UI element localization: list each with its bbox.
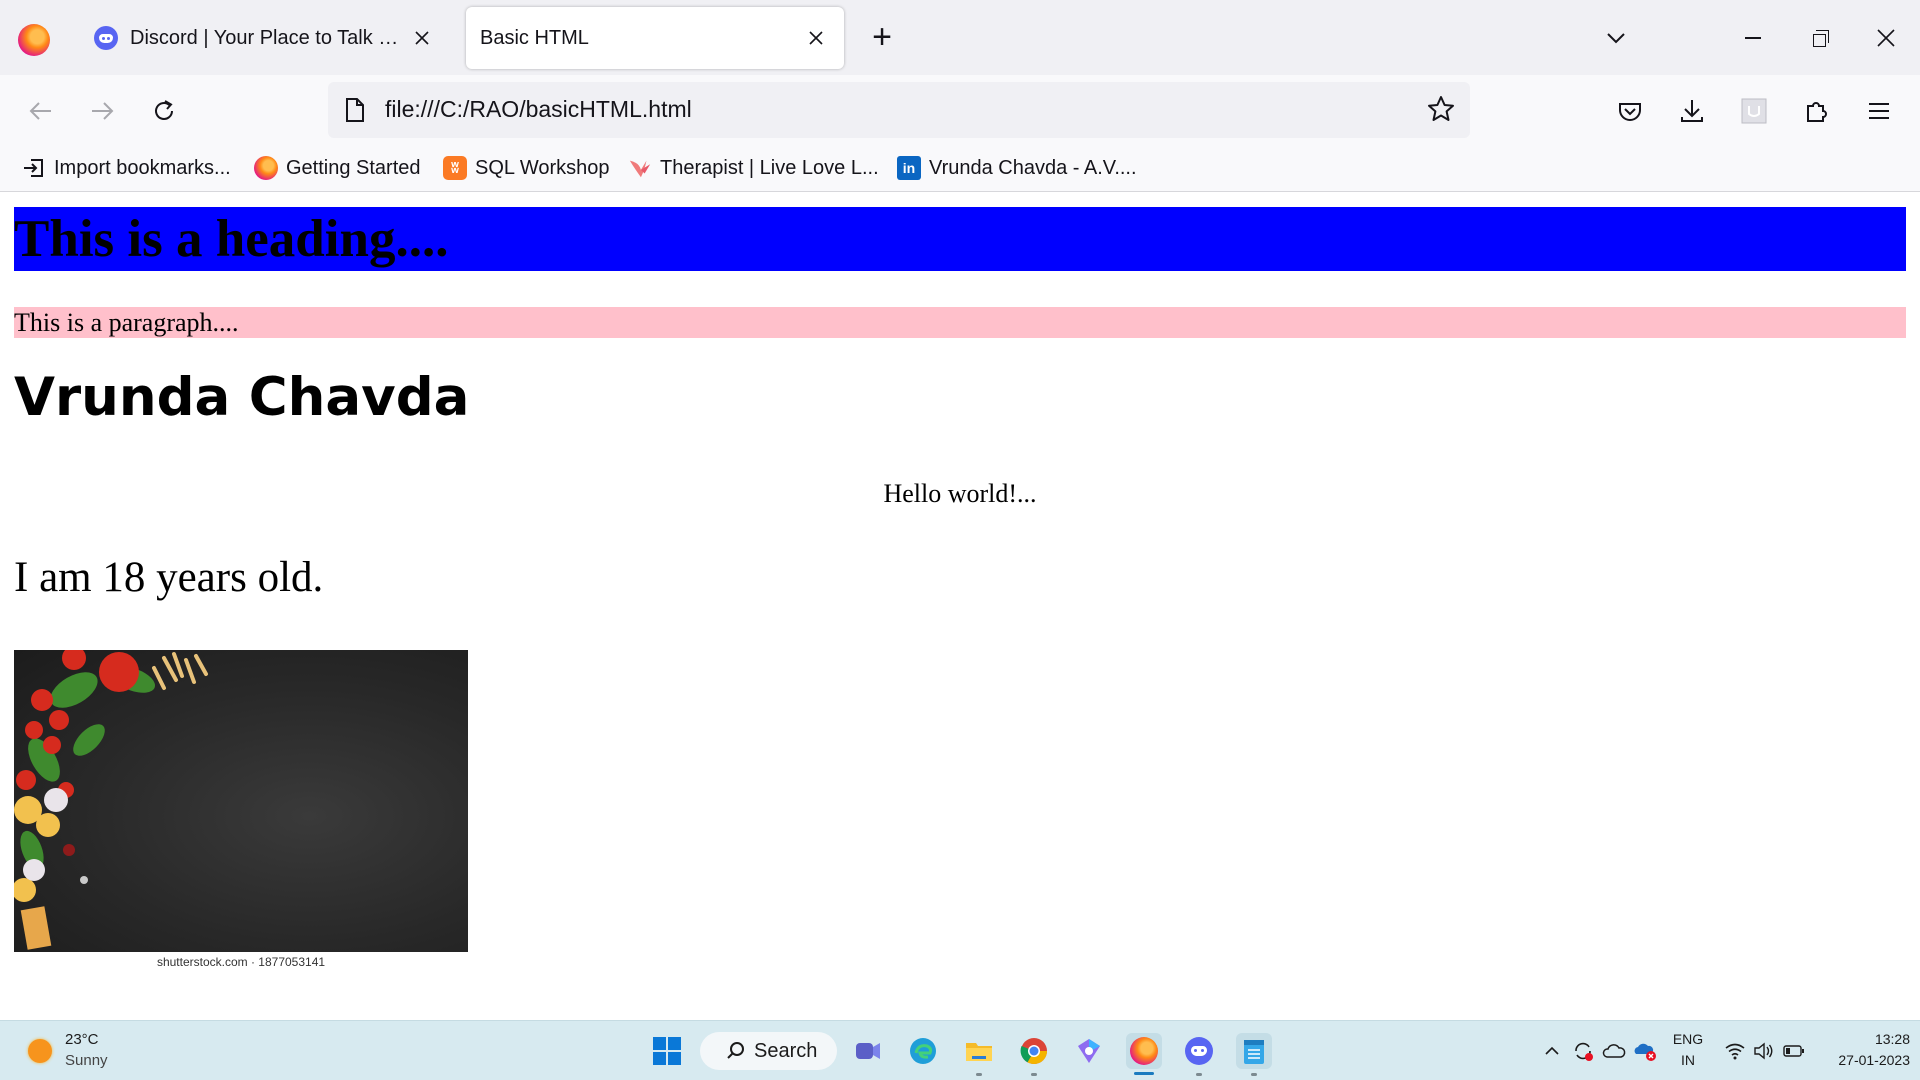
tab-title: Basic HTML (480, 26, 589, 49)
onedrive-icon[interactable] (1601, 1033, 1627, 1069)
page-icon (344, 97, 366, 128)
discord-icon (94, 26, 118, 50)
restore-button[interactable] (1799, 18, 1839, 58)
bookmark-label: SQL Workshop (475, 156, 610, 179)
minimize-button[interactable] (1733, 18, 1773, 58)
bookmark-label: Getting Started (286, 156, 421, 179)
bookmark-import[interactable]: Import bookmarks... (22, 153, 231, 183)
downloads-icon[interactable] (1672, 91, 1712, 131)
bookmark-label: Vrunda Chavda - A.V.... (929, 156, 1137, 179)
taskbar-search[interactable]: Search (700, 1032, 837, 1070)
bookmark-getting-started[interactable]: Getting Started (254, 153, 421, 183)
battery-icon[interactable] (1781, 1033, 1807, 1069)
language-region[interactable]: IN (1668, 1052, 1708, 1068)
tab-discord[interactable]: Discord | Your Place to Talk and Hang Ou… (76, 7, 450, 69)
windows-icon (653, 1037, 681, 1065)
url-bar[interactable]: file:///C:/RAO/basicHTML.html (328, 82, 1470, 138)
discord-taskbar-icon[interactable] (1181, 1033, 1217, 1069)
page-content: This is a heading.... This is a paragrap… (0, 193, 1920, 1020)
tab-strip: Discord | Your Place to Talk and Hang Ou… (0, 0, 1920, 75)
firefox-icon (254, 156, 278, 180)
close-tab-icon[interactable] (408, 24, 436, 52)
bookmark-star-icon[interactable] (1426, 94, 1456, 129)
onedrive-error-icon[interactable] (1632, 1033, 1658, 1069)
reload-button[interactable] (144, 91, 184, 131)
page-paragraph: This is a paragraph.... (14, 307, 1906, 338)
edge-icon[interactable] (905, 1033, 941, 1069)
url-text[interactable]: file:///C:/RAO/basicHTML.html (385, 96, 692, 123)
image-caption-strip: shutterstock.com · 1877053141 (14, 952, 468, 976)
clock-time[interactable]: 13:28 (1820, 1031, 1910, 1047)
chevron-up-icon[interactable] (1540, 1033, 1564, 1069)
bookmark-therapist[interactable]: Therapist | Live Love L... (628, 153, 879, 183)
sun-icon[interactable] (28, 1039, 52, 1063)
search-icon (727, 1042, 744, 1059)
age-text: I am 18 years old. (14, 554, 324, 601)
weather-desc[interactable]: Sunny (65, 1052, 108, 1069)
bookmark-linkedin[interactable]: in Vrunda Chavda - A.V.... (897, 153, 1137, 183)
bookmark-sql-workshop[interactable]: ʬ SQL Workshop (443, 153, 610, 183)
language-code[interactable]: ENG (1668, 1031, 1708, 1047)
screen: Discord | Your Place to Talk and Hang Ou… (0, 0, 1920, 1080)
weather-temp[interactable]: 23°C (65, 1031, 99, 1048)
taskbar: 23°C Sunny Search ENG IN 13:28 27-01-202… (0, 1020, 1920, 1080)
firefox-taskbar-icon[interactable] (1126, 1033, 1162, 1069)
file-explorer-icon[interactable] (961, 1033, 997, 1069)
food-photo (14, 650, 468, 952)
wifi-icon[interactable] (1722, 1033, 1748, 1069)
bookmark-label: Import bookmarks... (54, 156, 231, 179)
bookmark-label: Therapist | Live Love L... (660, 156, 879, 179)
import-icon (22, 156, 46, 180)
close-tab-icon[interactable] (802, 24, 830, 52)
notepad-icon[interactable] (1236, 1033, 1272, 1069)
image-caption: shutterstock.com · 1877053141 (156, 955, 326, 969)
extensions-puzzle-icon[interactable] (1797, 91, 1837, 131)
new-tab-button[interactable]: + (866, 20, 898, 54)
search-label: Search (754, 1039, 818, 1062)
volume-icon[interactable] (1751, 1033, 1777, 1069)
copilot-icon[interactable] (1071, 1033, 1107, 1069)
firefox-icon[interactable] (18, 24, 50, 56)
xampp-icon: ʬ (443, 156, 467, 180)
page-heading: This is a heading.... (14, 207, 1906, 271)
list-all-tabs-icon[interactable] (1600, 22, 1632, 54)
linkedin-icon: in (897, 156, 921, 180)
pocket-icon[interactable] (1610, 91, 1650, 131)
bookmarks-toolbar: Import bookmarks... Getting Started ʬ SQ… (0, 145, 1920, 192)
forward-button[interactable] (82, 91, 122, 131)
hello-text: Hello world!... (883, 479, 1037, 508)
name-heading: Vrunda Chavda (14, 367, 470, 428)
teams-chat-icon[interactable] (850, 1033, 886, 1069)
close-window-button[interactable] (1866, 18, 1906, 58)
start-button[interactable] (649, 1033, 685, 1069)
app-menu-icon[interactable] (1859, 91, 1899, 131)
tab-basic-html[interactable]: Basic HTML (466, 7, 844, 69)
chrome-icon[interactable] (1016, 1033, 1052, 1069)
sync-icon[interactable] (1570, 1033, 1596, 1069)
back-button[interactable] (21, 91, 61, 131)
clock-date[interactable]: 27-01-2023 (1820, 1052, 1910, 1068)
tab-title: Discord | Your Place to Talk and Hang Ou… (130, 26, 408, 49)
extension-icon[interactable] (1734, 91, 1774, 131)
bird-icon (628, 156, 652, 180)
